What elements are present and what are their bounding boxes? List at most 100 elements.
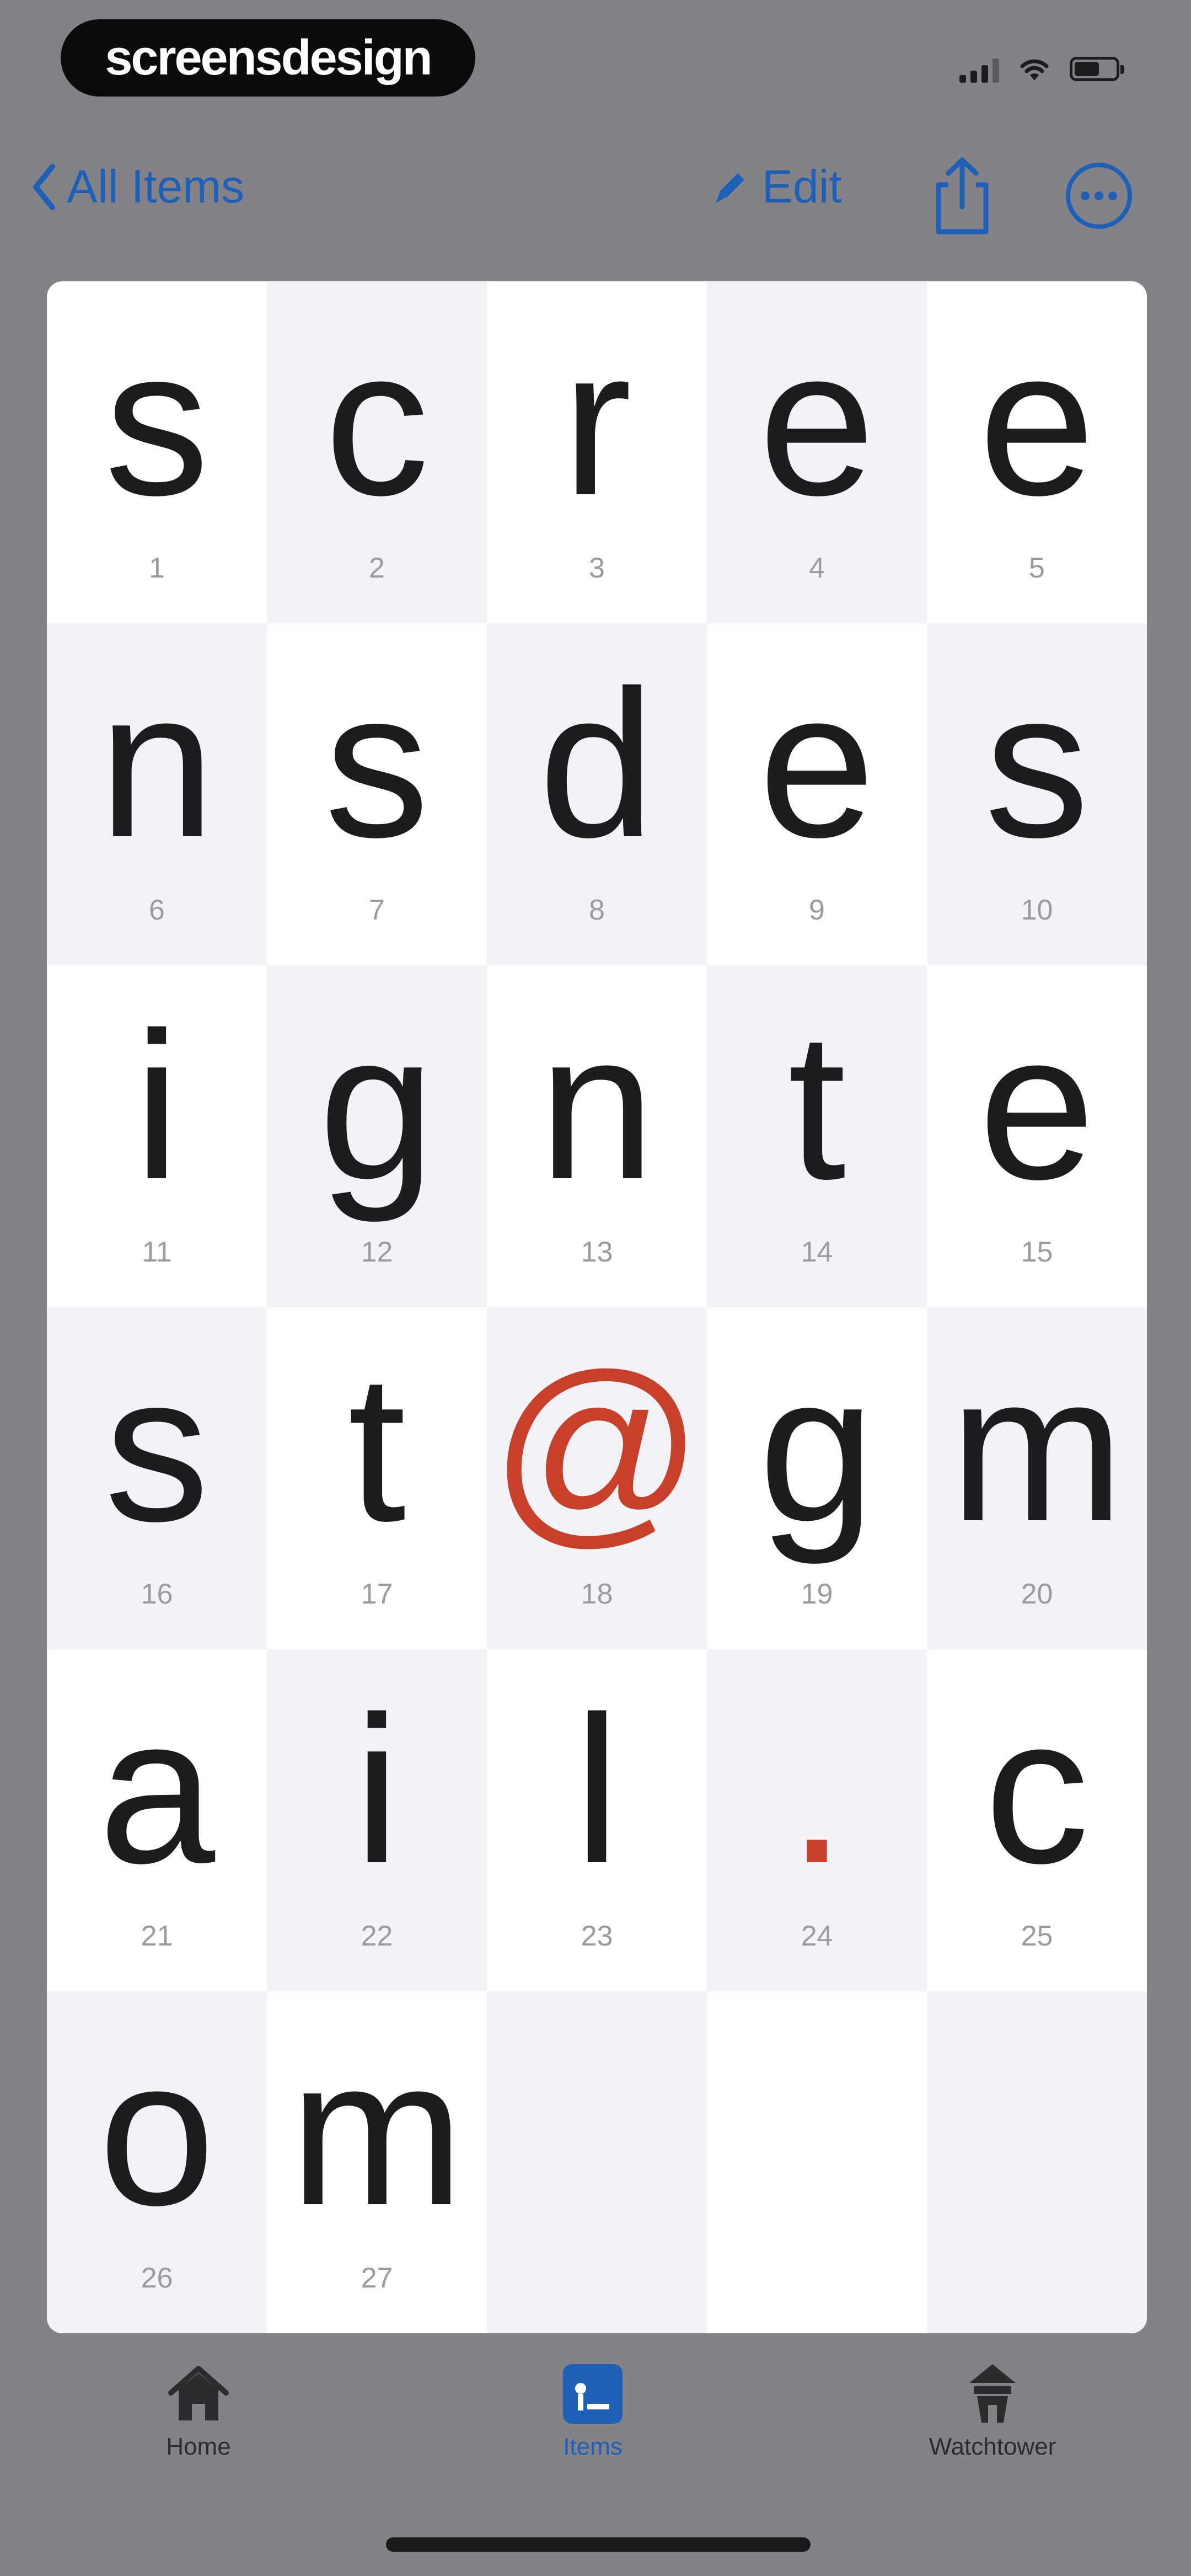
grid-cell[interactable]: c2	[267, 281, 487, 623]
grid-cell[interactable]: n 13	[487, 965, 707, 1307]
cell-character: s	[104, 1330, 210, 1565]
edit-button-label: Edit	[762, 161, 842, 212]
grid-cell[interactable]	[707, 1991, 927, 2333]
cell-index: 19	[801, 1578, 833, 1610]
grid-cell[interactable]: g 12	[267, 965, 487, 1307]
grid-cell[interactable]: e9	[707, 623, 927, 965]
cell-character: @	[490, 1330, 704, 1565]
cell-index: 20	[1021, 1578, 1053, 1610]
navigation-bar: All Items Edit	[0, 132, 1191, 259]
cell-character: c	[324, 304, 430, 539]
watchtower-icon	[969, 2364, 1016, 2423]
cell-character: g	[758, 1330, 876, 1565]
cell-character: s	[104, 304, 210, 539]
cell-character: t	[347, 1330, 406, 1565]
cell-index: 21	[141, 1920, 173, 1952]
wifi-icon	[1020, 59, 1049, 81]
cell-index: 9	[809, 894, 825, 926]
grid-cell[interactable]: l 23	[487, 1649, 707, 1991]
cell-index: 11	[142, 1236, 172, 1268]
cell-character: r	[562, 304, 632, 539]
cell-index: 1	[149, 552, 165, 584]
brand-watermark: screensdesign	[61, 19, 475, 97]
cell-character: e	[978, 304, 1096, 539]
grid-cell[interactable]	[487, 1991, 707, 2333]
cell-index: 18	[581, 1578, 613, 1610]
cell-index: 6	[149, 894, 165, 926]
cell-index: 10	[1021, 894, 1053, 926]
grid-cell[interactable]: s 10	[927, 623, 1147, 965]
cell-index: 27	[361, 2262, 393, 2294]
grid-cell[interactable]: s1	[47, 281, 267, 623]
pencil-icon	[716, 173, 744, 203]
grid-cell[interactable]: m 27	[267, 1991, 487, 2333]
back-button[interactable]: All Items	[30, 160, 244, 213]
cell-character: e	[758, 304, 876, 539]
cell-character: n	[98, 646, 216, 881]
tab-home-label: Home	[166, 2433, 231, 2460]
grid-cell[interactable]: i 22	[267, 1649, 487, 1991]
grid-cell[interactable]: e5	[927, 281, 1147, 623]
status-bar: screensdesign	[0, 0, 1191, 116]
cell-character: e	[978, 988, 1096, 1223]
tab-home[interactable]: Home	[61, 2361, 336, 2461]
grid-cell[interactable]: d8	[487, 623, 707, 965]
cell-character: m	[949, 1330, 1124, 1565]
more-icon[interactable]	[1063, 160, 1135, 232]
grid-cell[interactable]: s 16	[47, 1307, 267, 1649]
battery-icon	[1070, 57, 1124, 81]
cell-index: 22	[361, 1920, 393, 1952]
grid-cell[interactable]: s7	[267, 623, 487, 965]
grid-cell[interactable]: e 15	[927, 965, 1147, 1307]
cell-character: l	[573, 1672, 620, 1907]
cell-character: s	[984, 646, 1090, 881]
cell-index: 5	[1029, 552, 1045, 584]
edit-button[interactable]: Edit	[711, 160, 842, 213]
cell-index: 25	[1021, 1920, 1053, 1952]
cell-index: 17	[361, 1578, 393, 1610]
grid-cell[interactable]: r3	[487, 281, 707, 623]
grid-cell[interactable]: a 21	[47, 1649, 267, 1991]
chevron-left-icon	[33, 163, 55, 210]
grid-cell[interactable]: m 20	[927, 1307, 1147, 1649]
grid-cell[interactable]: t 17	[267, 1307, 487, 1649]
cell-index: 13	[581, 1236, 613, 1268]
grid-cell[interactable]: n6	[47, 623, 267, 965]
tab-items-label: Items	[563, 2433, 623, 2460]
cell-index: 15	[1021, 1236, 1053, 1268]
grid-cell[interactable]: c 25	[927, 1649, 1147, 1991]
grid-cell[interactable]: o 26	[47, 1991, 267, 2333]
cell-index: 2	[369, 552, 385, 584]
cell-character: a	[98, 1672, 216, 1907]
cell-index: 23	[581, 1920, 613, 1952]
status-icons	[959, 50, 1124, 88]
cell-character: e	[758, 646, 876, 881]
cell-index: 12	[361, 1236, 393, 1268]
grid-cell[interactable]: e4	[707, 281, 927, 623]
cell-character: c	[984, 1672, 1090, 1907]
grid-cell[interactable]: i 11	[47, 965, 267, 1307]
grid-cell[interactable]: t 14	[707, 965, 927, 1307]
cell-index: 14	[801, 1236, 833, 1268]
tab-watchtower-label: Watchtower	[929, 2433, 1056, 2460]
tab-items[interactable]: Items	[455, 2361, 731, 2461]
cell-index: 4	[809, 552, 825, 584]
grid-cell[interactable]: g 19	[707, 1307, 927, 1649]
cell-character: i	[353, 1672, 400, 1907]
tab-watchtower[interactable]: Watchtower	[855, 2361, 1130, 2461]
share-icon[interactable]	[926, 154, 998, 237]
cell-index: 3	[589, 552, 605, 584]
signal-icon	[959, 55, 999, 83]
cell-character: m	[289, 2014, 464, 2249]
cell-index: 24	[801, 1920, 833, 1952]
grid-cell[interactable]	[927, 1991, 1147, 2333]
cell-index: 26	[141, 2262, 173, 2294]
grid-cell[interactable]: @18	[487, 1307, 707, 1649]
cell-character: i	[133, 988, 180, 1223]
cell-character: n	[538, 988, 656, 1223]
home-indicator	[386, 2537, 811, 2552]
items-icon	[563, 2364, 623, 2424]
character-grid: s 1 c 2 r 3 e 4 e 5 n 6 s 7 d 8 e 9 s 10 i 11 g 12 n 13 t 14 e 15 s 16 t…	[47, 281, 1147, 2333]
grid-cell[interactable]: . 24	[707, 1649, 927, 1991]
cell-character: s	[324, 646, 430, 881]
